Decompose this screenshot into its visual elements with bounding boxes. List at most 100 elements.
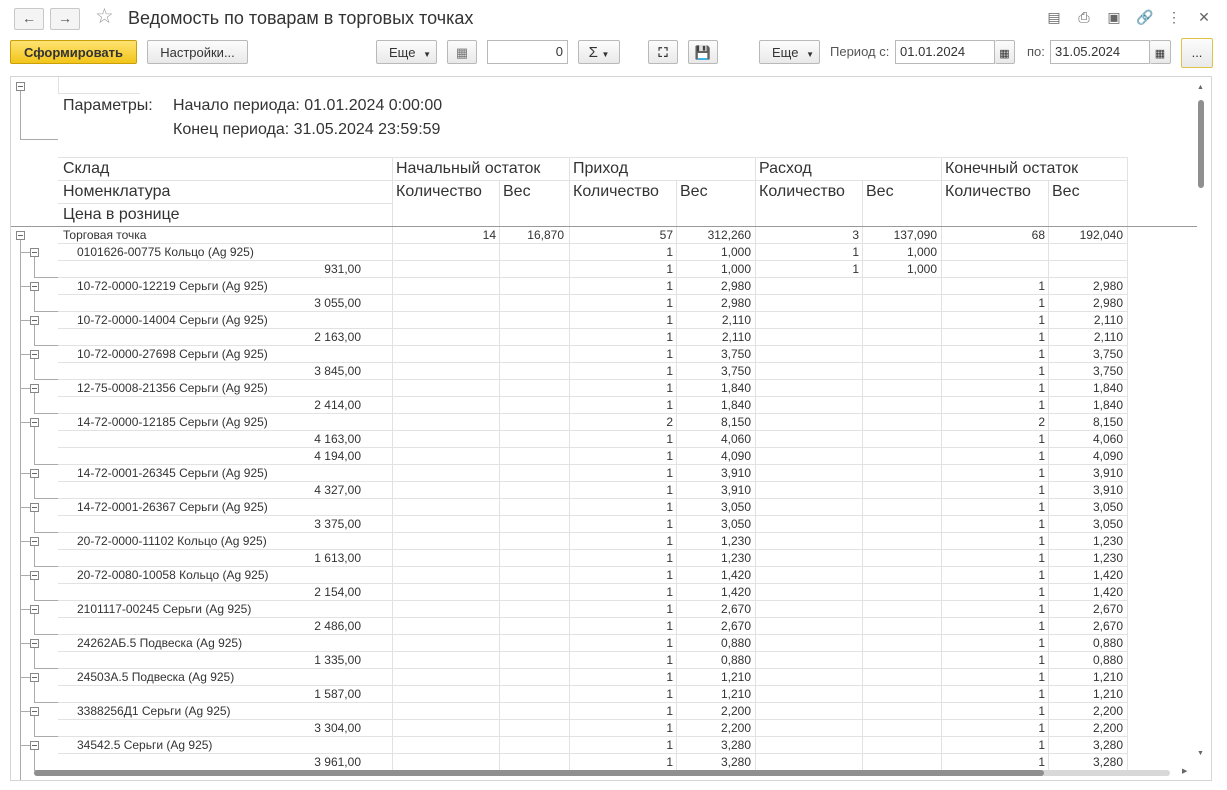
collapse-item-icon[interactable] xyxy=(30,503,39,512)
grid-line xyxy=(392,533,393,550)
tree-line xyxy=(20,677,30,678)
collapse-item-icon[interactable] xyxy=(30,605,39,614)
period-to-input[interactable]: 31.05.2024 xyxy=(1050,40,1150,64)
grid-line xyxy=(941,499,942,516)
collapse-item-icon[interactable] xyxy=(30,673,39,682)
calendar-to-button[interactable]: ▦ xyxy=(1150,40,1171,64)
grid-line xyxy=(569,533,570,550)
value-out-qty: 3 xyxy=(852,228,859,242)
fullscreen-button[interactable]: ⛶ xyxy=(648,40,678,64)
favorite-star-icon[interactable]: ☆ xyxy=(95,6,114,28)
print-icon[interactable]: ⎙ xyxy=(1076,9,1092,25)
collapse-item-icon[interactable] xyxy=(30,537,39,546)
value-in-qty: 1 xyxy=(666,398,673,412)
grid-line xyxy=(499,227,500,244)
grid-line xyxy=(941,669,942,686)
grid-line xyxy=(862,601,863,618)
grid-line xyxy=(862,295,863,312)
value-open-w: 16,870 xyxy=(527,228,564,242)
grid-line xyxy=(755,278,756,295)
menu-more-icon[interactable]: ⋮ xyxy=(1166,9,1182,25)
grid-line xyxy=(941,601,942,618)
save-icon[interactable]: ▤ xyxy=(1046,9,1062,25)
back-button[interactable]: ← xyxy=(14,8,44,30)
warehouse-name: Торговая точка xyxy=(63,228,147,242)
calendar-from-button[interactable]: ▦ xyxy=(995,40,1015,64)
grid-line xyxy=(1048,278,1049,295)
collapse-params-icon[interactable] xyxy=(16,82,25,91)
collapse-item-icon[interactable] xyxy=(30,350,39,359)
value-in-qty: 1 xyxy=(666,534,673,548)
header-expense: Расход xyxy=(759,160,812,177)
grid-line xyxy=(499,703,500,720)
vertical-scrollbar[interactable]: ▲ ▼ xyxy=(1196,76,1206,766)
close-icon[interactable]: ✕ xyxy=(1196,9,1212,25)
grid-line xyxy=(941,397,942,414)
tree-line xyxy=(20,240,21,780)
tree-line xyxy=(34,566,58,567)
grid-line xyxy=(676,720,677,737)
value-close-qty: 1 xyxy=(1038,466,1045,480)
grid-line xyxy=(755,448,756,465)
collapse-item-icon[interactable] xyxy=(30,571,39,580)
grid-line xyxy=(392,312,393,329)
grid-line xyxy=(392,601,393,618)
collapse-item-icon[interactable] xyxy=(30,316,39,325)
grid-line xyxy=(676,397,677,414)
collapse-item-icon[interactable] xyxy=(30,282,39,291)
save-report-button[interactable]: 💾 xyxy=(688,40,718,64)
scroll-up-icon[interactable]: ▲ xyxy=(1197,84,1204,91)
value-close-w: 2,670 xyxy=(1092,602,1123,616)
collapse-item-icon[interactable] xyxy=(30,639,39,648)
collapse-item-icon[interactable] xyxy=(30,248,39,257)
collapse-item-icon[interactable] xyxy=(30,741,39,750)
value-close-qty: 1 xyxy=(1038,381,1045,395)
tree-line xyxy=(34,648,35,669)
generate-button[interactable]: Сформировать xyxy=(10,40,137,64)
grid-line xyxy=(569,652,570,669)
number-field[interactable]: 0 xyxy=(487,40,568,64)
collapse-item-icon[interactable] xyxy=(30,384,39,393)
horizontal-scrollbar[interactable]: ▶ xyxy=(10,767,1190,779)
horizontal-scroll-thumb[interactable] xyxy=(34,770,1044,776)
grid-line xyxy=(755,397,756,414)
header-qty: Количество xyxy=(396,183,482,200)
grid-line xyxy=(676,482,677,499)
scroll-right-icon[interactable]: ▶ xyxy=(1182,767,1187,775)
grid-line xyxy=(941,448,942,465)
settings-button[interactable]: Настройки... xyxy=(147,40,248,64)
grid-line xyxy=(676,448,677,465)
sum-button[interactable]: Σ ▼ xyxy=(578,40,620,64)
grid-line xyxy=(1048,618,1049,635)
period-from-input[interactable]: 01.01.2024 xyxy=(895,40,995,64)
tree-line xyxy=(34,325,35,346)
grid-line xyxy=(1048,380,1049,397)
value-close-w: 3,050 xyxy=(1092,517,1123,531)
grid-line xyxy=(392,618,393,635)
filter-table-button[interactable]: ▦ xyxy=(447,40,477,64)
value-close-w: 1,420 xyxy=(1092,568,1123,582)
collapse-item-icon[interactable] xyxy=(30,418,39,427)
grid-line xyxy=(392,652,393,669)
collapse-total-icon[interactable] xyxy=(16,231,25,240)
collapse-item-icon[interactable] xyxy=(30,469,39,478)
retail-price: 3 375,00 xyxy=(314,517,361,531)
collapse-item-icon[interactable] xyxy=(30,707,39,716)
grid-line xyxy=(862,584,863,601)
ellipsis-button[interactable]: ... xyxy=(1181,38,1213,68)
more-button-right[interactable]: Еще ▼ xyxy=(759,40,820,64)
tree-line xyxy=(34,600,58,601)
nomenclature-name: 14-72-0001-26345 Серьги (Ag 925) xyxy=(77,466,268,480)
vertical-scroll-thumb[interactable] xyxy=(1198,100,1204,188)
value-in-qty: 1 xyxy=(666,313,673,327)
scroll-down-icon[interactable]: ▼ xyxy=(1197,750,1204,757)
grid-line xyxy=(392,329,393,346)
grid-line xyxy=(569,397,570,414)
grid-line xyxy=(392,737,393,754)
link-icon[interactable]: 🔗 xyxy=(1136,9,1153,25)
grid-line xyxy=(941,346,942,363)
forward-button[interactable]: → xyxy=(50,8,80,30)
value-in-w: 3,750 xyxy=(720,364,751,378)
preview-icon[interactable]: ▣ xyxy=(1106,9,1122,25)
more-button-left[interactable]: Еще ▼ xyxy=(376,40,437,64)
